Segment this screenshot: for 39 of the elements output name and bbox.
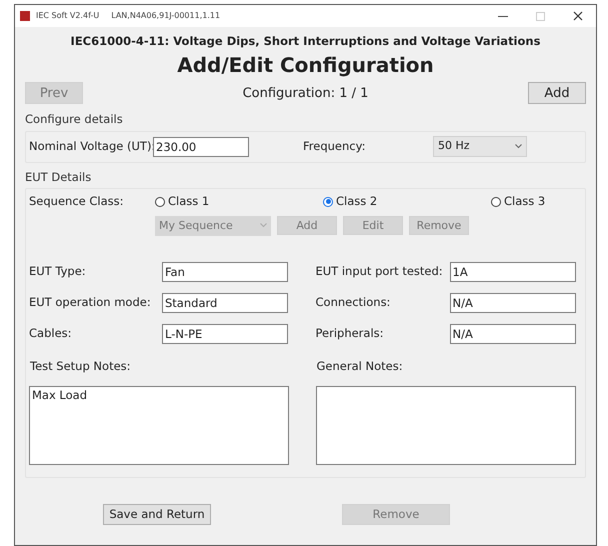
group-title: EUT Details	[25, 168, 92, 186]
connection-info: LAN,N4A06,91J-00011,1.11	[111, 10, 220, 22]
text-field[interactable]: N/A	[450, 292, 576, 313]
text-field[interactable]: 230.00	[153, 136, 249, 156]
heading: IEC61000-4-11: Voltage Dips, Short Interruptions and Voltage Variations	[70, 33, 542, 50]
radio-label: Class 1	[168, 193, 210, 210]
radio-label: Class 3	[504, 193, 546, 210]
field-label: Connections:	[316, 294, 392, 312]
notes-label: Test Setup Notes:	[30, 358, 132, 375]
group-title: Configure details	[25, 111, 124, 128]
notes-field[interactable]: Max Load	[29, 386, 289, 465]
notes-field[interactable]	[316, 386, 576, 465]
text-field[interactable]: Fan	[162, 262, 288, 282]
radio-button[interactable]	[491, 196, 501, 207]
save-and-return-button[interactable]: Save and Return	[103, 504, 211, 525]
chevron-icon	[260, 223, 267, 228]
field-label: Frequency:	[303, 138, 366, 155]
field-label: EUT input port tested:	[316, 263, 444, 280]
text-field[interactable]: 1A	[450, 262, 576, 282]
window-title: IEC Soft V2.4f-U	[36, 10, 100, 22]
app-icon	[20, 11, 30, 21]
configuration-counter: Configuration: 1 / 1	[242, 84, 370, 102]
radio-label: Class 2	[336, 193, 378, 210]
close-icon[interactable]	[573, 11, 583, 21]
radio-button[interactable]	[155, 196, 165, 207]
chevron-icon	[515, 144, 522, 149]
radio-button[interactable]	[323, 196, 333, 207]
page-title: Add/Edit Configuration	[176, 52, 435, 80]
text-field[interactable]: L-N-PE	[162, 324, 288, 344]
text-field[interactable]: Standard	[162, 292, 288, 313]
notes-label: General Notes:	[316, 358, 404, 375]
field-label: EUT operation mode:	[29, 294, 152, 312]
field-label: Sequence Class:	[29, 193, 125, 210]
frequency-dropdown[interactable]: 50 Hz	[433, 136, 527, 157]
text-field[interactable]: N/A	[450, 324, 576, 344]
field-label: Cables:	[29, 325, 73, 342]
add-button[interactable]: Add	[528, 82, 586, 104]
field-label: EUT Type:	[29, 263, 87, 280]
field-label: Peripherals:	[316, 325, 385, 342]
